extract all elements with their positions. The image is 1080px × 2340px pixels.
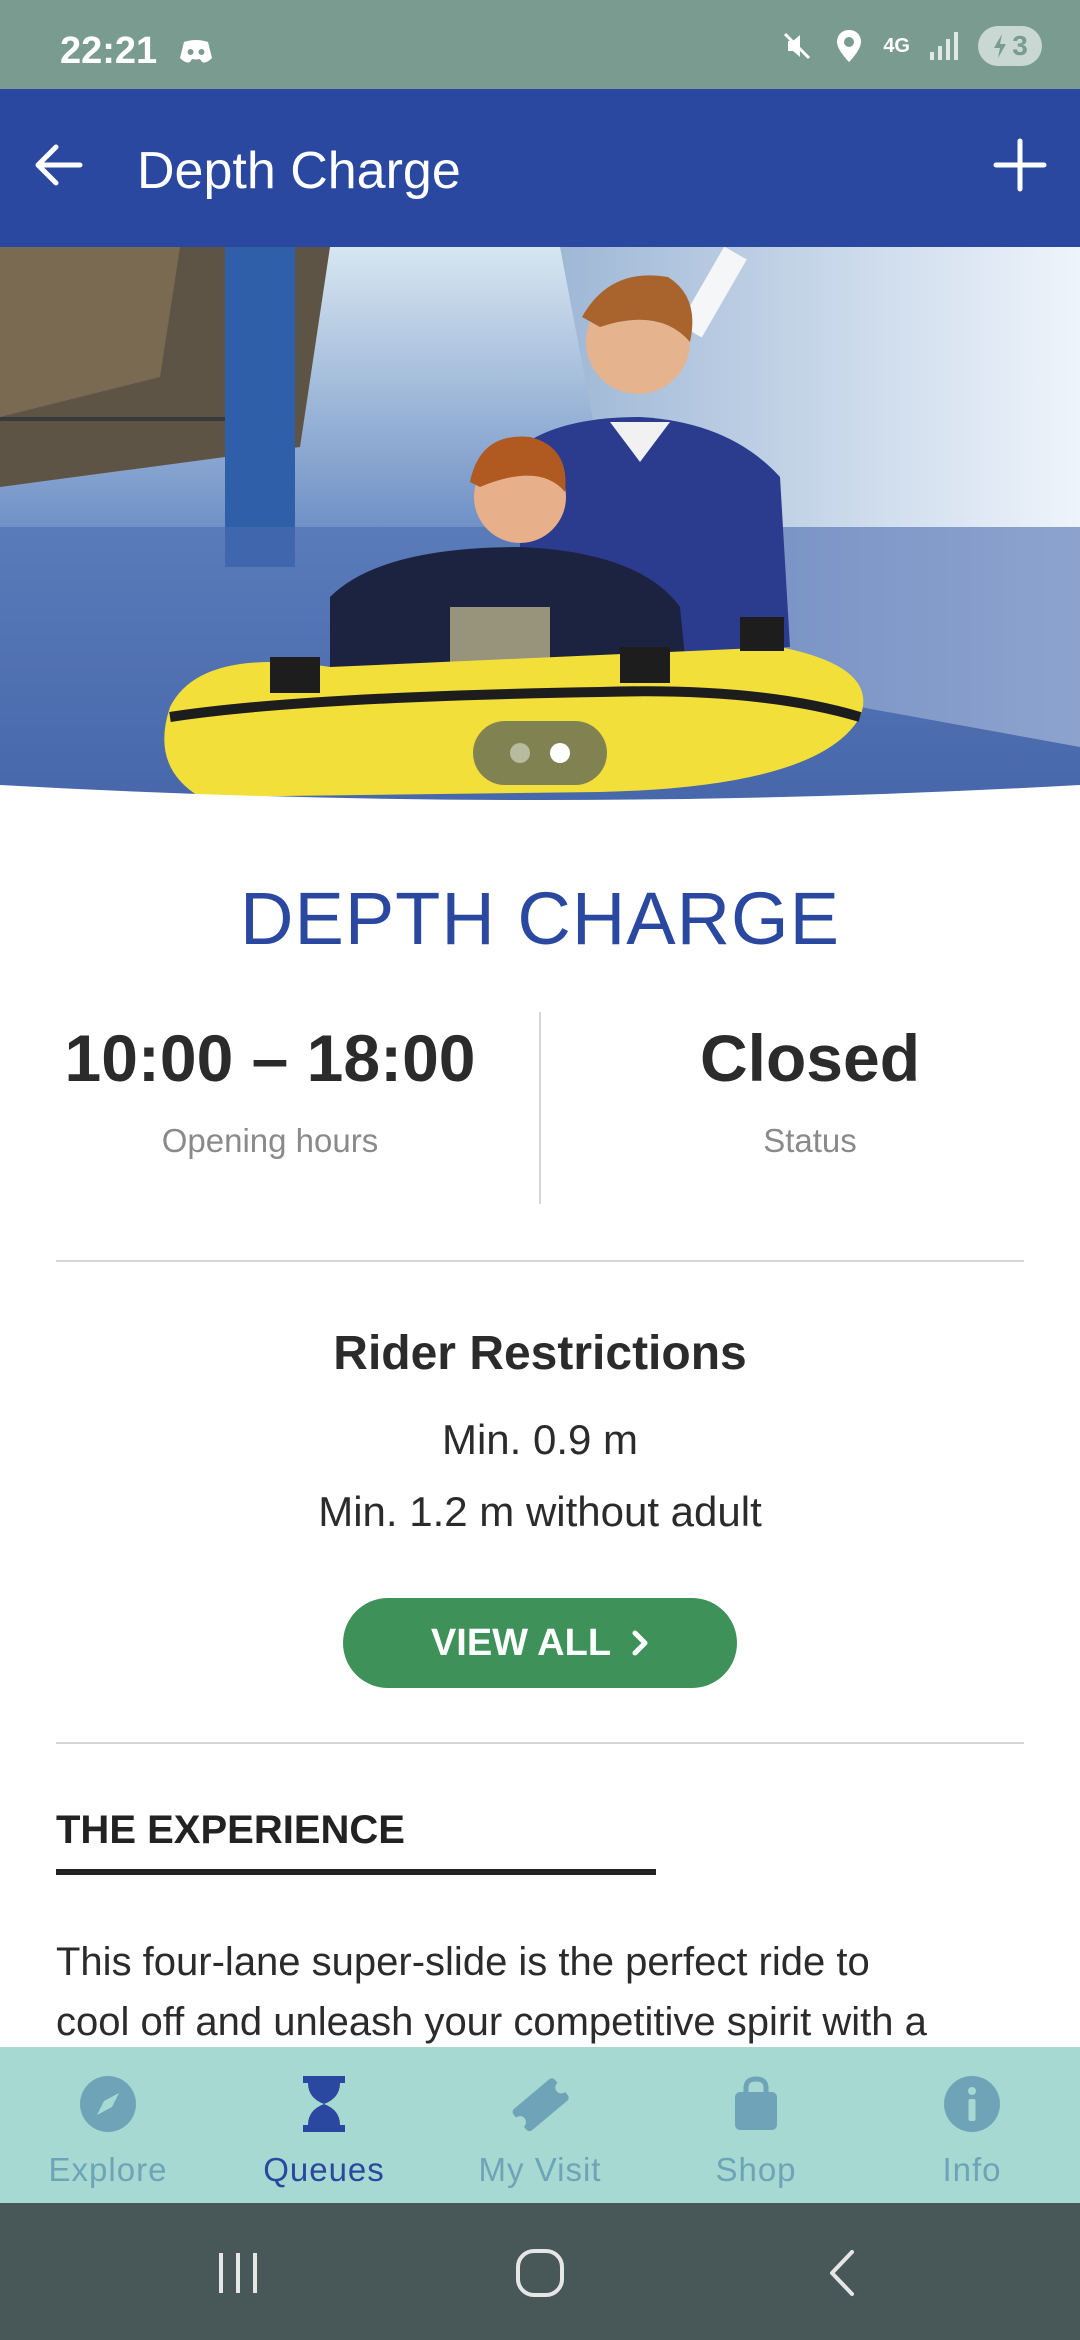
nav-label-queues: Queues: [263, 2151, 385, 2188]
carousel-dot-1[interactable]: [510, 743, 530, 763]
recent-apps-icon: [219, 2253, 257, 2293]
compass-icon: [77, 2073, 139, 2135]
opening-hours-block: 10:00 – 18:00 Opening hours: [0, 1020, 540, 1160]
chevron-left-icon: [830, 2250, 854, 2296]
page-title: Depth Charge: [137, 142, 461, 200]
bottom-navigation: Explore Queues My Visit Shop Info: [0, 2047, 1080, 2203]
mute-icon: [779, 28, 815, 64]
shopping-bag-icon: [725, 2073, 787, 2135]
system-back-button[interactable]: [807, 2243, 877, 2303]
status-value: Closed: [699, 1021, 921, 1095]
restriction-line-2: Min. 1.2 m without adult: [318, 1488, 762, 1535]
status-label: Status: [763, 1122, 857, 1159]
charging-bolt-icon: [994, 34, 1007, 58]
nav-label-my-visit: My Visit: [478, 2151, 602, 2188]
network-type: 4G: [883, 35, 910, 57]
recent-apps-button[interactable]: [203, 2243, 273, 2303]
nav-label-shop: Shop: [715, 2151, 797, 2188]
section-divider-bottom: [56, 1742, 1024, 1744]
status-block: Closed Status: [540, 1020, 1080, 1160]
back-button[interactable]: [28, 135, 88, 195]
home-icon: [516, 2249, 564, 2297]
nav-item-explore[interactable]: Explore: [0, 2047, 216, 2203]
arrow-left-icon: [35, 144, 83, 186]
discord-icon: [180, 40, 212, 63]
opening-hours-label: Opening hours: [161, 1122, 379, 1159]
carousel-dot-2[interactable]: [550, 743, 570, 763]
nav-item-my-visit[interactable]: My Visit: [432, 2047, 648, 2203]
hero-image-carousel[interactable]: [0, 247, 1080, 807]
plus-icon: [993, 138, 1047, 192]
ticket-icon: [509, 2073, 571, 2135]
restriction-line-1: Min. 0.9 m: [441, 1416, 639, 1463]
experience-line-1: This four-lane super-slide is the perfec…: [56, 1940, 870, 1984]
hourglass-icon: [293, 2073, 355, 2135]
ride-name: DEPTH CHARGE: [240, 877, 840, 960]
nav-label-info: Info: [942, 2151, 1002, 2188]
status-bar: 22:21 4G 3: [0, 0, 1080, 89]
carousel-indicator[interactable]: [473, 721, 607, 785]
nav-item-info[interactable]: Info: [864, 2047, 1080, 2203]
signal-icon: [926, 28, 962, 64]
system-navigation-bar: [0, 2203, 1080, 2340]
nav-item-shop[interactable]: Shop: [648, 2047, 864, 2203]
app-bar: Depth Charge: [0, 89, 1080, 247]
rider-restrictions-title: Rider Restrictions: [333, 1327, 747, 1380]
view-all-label: VIEW ALL: [430, 1621, 612, 1664]
battery-level: 3: [1012, 30, 1028, 61]
location-icon: [831, 28, 867, 64]
experience-underline: [56, 1869, 656, 1875]
view-all-button[interactable]: VIEW ALL: [343, 1598, 737, 1688]
experience-heading: THE EXPERIENCE: [56, 1808, 405, 1852]
hero-curve: [0, 785, 1080, 807]
experience-line-2: cool off and unleash your competitive sp…: [56, 2000, 927, 2044]
nav-label-explore: Explore: [48, 2151, 168, 2188]
battery-indicator: 3: [978, 26, 1042, 66]
chevron-right-icon: [632, 1630, 648, 1656]
status-time: 22:21: [60, 30, 158, 72]
section-divider-top: [56, 1260, 1024, 1262]
opening-hours-value: 10:00 – 18:00: [64, 1021, 476, 1095]
info-icon: [941, 2073, 1003, 2135]
nav-item-queues[interactable]: Queues: [216, 2047, 432, 2203]
home-button[interactable]: [505, 2243, 575, 2303]
add-button[interactable]: [988, 133, 1052, 197]
experience-description: This four-lane super-slide is the perfec…: [56, 1932, 1024, 2052]
